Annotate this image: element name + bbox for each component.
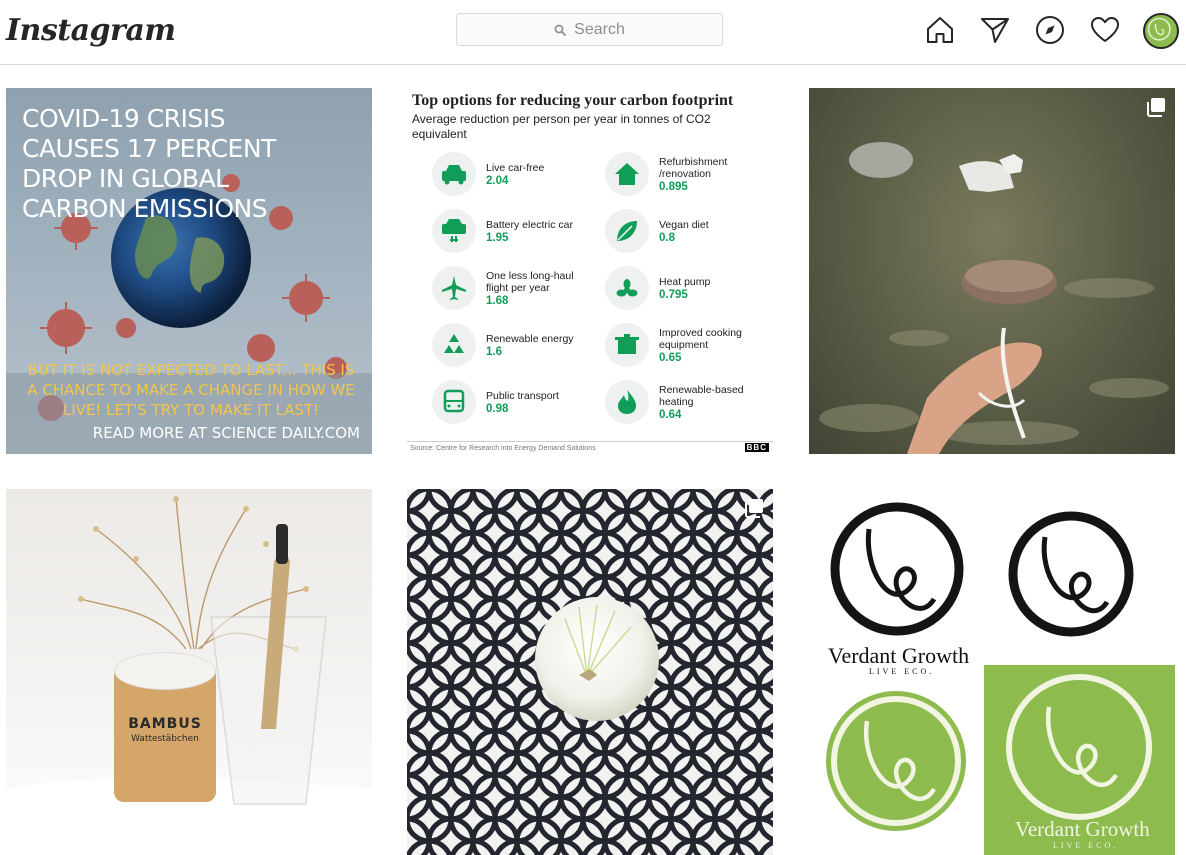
item-label: Renewable-based heating <box>659 383 744 408</box>
item-label: Battery electric car <box>486 218 573 231</box>
item-value: 0.64 <box>659 408 682 421</box>
item-value: 1.95 <box>486 231 509 244</box>
post-thumbnail-onion-on-tiles[interactable] <box>407 489 773 855</box>
post-footer: READ MORE AT SCIENCE DAILY.COM <box>92 424 360 442</box>
post-thumbnail-covid[interactable]: COVID-19 CRISIS CAUSES 17 PERCENT DROP I… <box>6 88 372 454</box>
post-thumbnail-dog-in-stream[interactable] <box>809 88 1175 454</box>
direct-message-icon[interactable] <box>979 14 1011 46</box>
post-thumbnail-bamboo-swabs[interactable]: BAMBUS Wattestäbchen <box>6 489 372 855</box>
brand-motto-green: LIVE ECO. <box>1053 841 1119 850</box>
logo-variations <box>826 502 1175 855</box>
infographic-item: Vegan diet 0.8 <box>605 209 759 253</box>
item-value: 0.65 <box>659 351 682 364</box>
infographic-source: Source: Centre for Research into Energy … <box>410 445 596 452</box>
item-value: 2.04 <box>486 174 509 187</box>
item-label: Renewable energy <box>486 332 574 345</box>
item-label: Vegan diet <box>659 218 709 231</box>
electric-car-icon <box>432 209 476 253</box>
activity-heart-icon[interactable] <box>1089 14 1121 46</box>
infographic-item: Improved cooking equipment 0.65 <box>605 323 759 367</box>
item-label: Heat pump <box>659 275 711 288</box>
infographic-title: Top options for reducing your carbon foo… <box>412 92 734 109</box>
brand-name: Verdant Growth <box>828 643 970 668</box>
leaf-icon <box>605 209 649 253</box>
plane-icon <box>432 266 476 310</box>
car-icon <box>432 152 476 196</box>
infographic-item: Heat pump 0.795 <box>605 266 759 310</box>
item-label: Improved cooking equipment <box>659 326 742 351</box>
jar-brand: BAMBUS <box>128 716 202 732</box>
flame-icon <box>605 380 649 424</box>
infographic-subtitle: Average reduction per person per year in… <box>412 112 711 141</box>
jar-subtitle: Wattestäbchen <box>131 734 199 744</box>
fan-icon <box>605 266 649 310</box>
infographic-item: One less long-haul flight per year 1.68 <box>432 266 586 310</box>
post-thumbnail-verdant-growth-logos[interactable]: Verdant Growth LIVE ECO. Verdant Growth … <box>809 489 1175 855</box>
home-icon[interactable] <box>924 14 956 46</box>
brand-motto: LIVE ECO. <box>869 667 935 676</box>
post-headline: COVID-19 CRISIS CAUSES 17 PERCENT DROP I… <box>22 104 276 223</box>
search-input[interactable]: Search <box>456 13 723 46</box>
item-value: 0.795 <box>659 288 688 301</box>
item-label: One less long-haul flight per year <box>486 269 574 294</box>
infographic-item: Refurbishment /renovation 0.895 <box>605 152 759 196</box>
recycle-icon <box>432 323 476 367</box>
item-value: 1.68 <box>486 294 509 307</box>
top-navigation-bar: Instagram Search <box>0 0 1186 65</box>
magnifier-icon <box>554 24 567 36</box>
pot-icon <box>605 323 649 367</box>
bbc-logo: BBC <box>744 443 769 452</box>
item-value: 0.8 <box>659 231 675 244</box>
brand-name-green: Verdant Growth <box>1015 817 1150 841</box>
profile-avatar[interactable] <box>1143 13 1179 49</box>
onion-photo <box>407 489 773 855</box>
infographic-item: Public transport 0.98 <box>432 380 586 424</box>
infographic-item: Battery electric car 1.95 <box>432 209 586 253</box>
multiple-photos-icon <box>745 499 763 518</box>
stream-photo <box>819 142 1169 454</box>
post-thumbnail-carbon-infographic[interactable]: Top options for reducing your carbon foo… <box>407 88 773 454</box>
item-label: Refurbishment /renovation <box>659 155 728 180</box>
infographic-item: Renewable energy 1.6 <box>432 323 586 367</box>
post-subline: BUT IT IS NOT EXPECTED TO LAST... THIS I… <box>27 361 355 419</box>
source-divider <box>407 441 773 442</box>
bus-icon <box>432 380 476 424</box>
item-label: Public transport <box>486 389 559 402</box>
swab-jar: BAMBUS Wattestäbchen <box>114 652 216 802</box>
instagram-logo[interactable]: Instagram <box>6 9 176 53</box>
item-value: 0.895 <box>659 180 688 193</box>
item-value: 1.6 <box>486 345 502 358</box>
infographic-item: Live car-free 2.04 <box>432 152 586 196</box>
multiple-photos-icon <box>1147 98 1165 117</box>
search-placeholder: Search <box>574 20 625 38</box>
house-icon <box>605 152 649 196</box>
explore-icon[interactable] <box>1034 14 1066 46</box>
item-value: 0.98 <box>486 402 509 415</box>
jar-lid <box>114 652 216 690</box>
item-label: Live car-free <box>486 161 545 174</box>
infographic-item: Renewable-based heating 0.64 <box>605 380 759 424</box>
